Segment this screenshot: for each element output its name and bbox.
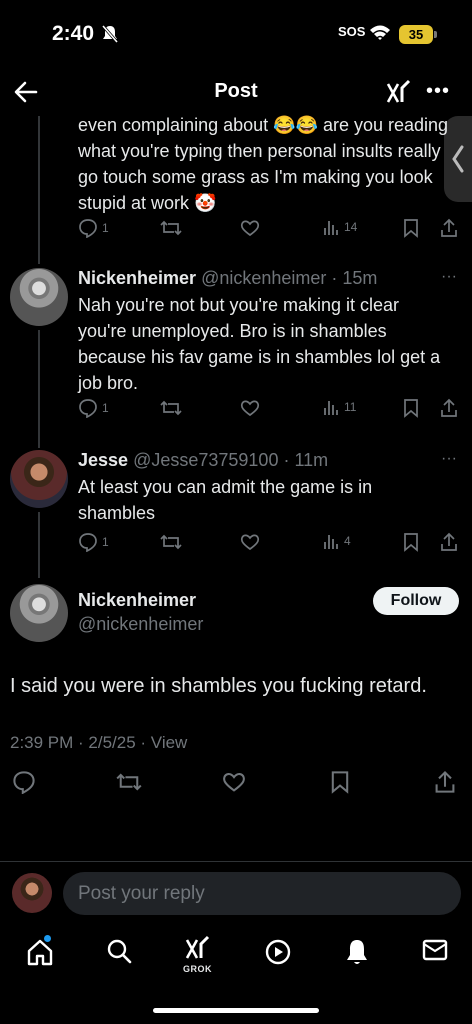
composer-avatar — [12, 873, 52, 913]
reply-button[interactable]: 1 — [78, 218, 109, 238]
views-button[interactable]: 4 — [322, 532, 351, 550]
like-icon[interactable] — [240, 532, 260, 552]
reply-header: Nickenheimer @nickenheimer · 15m — [78, 268, 377, 289]
wifi-icon — [370, 25, 390, 40]
status-time: 2:40 — [52, 22, 95, 45]
views-count: 11 — [344, 400, 357, 414]
views-count: 4 — [344, 534, 351, 548]
home-indicator — [153, 1008, 319, 1013]
search-icon[interactable] — [106, 938, 132, 964]
views-icon — [324, 535, 338, 549]
battery-indicator: 35 — [399, 25, 433, 44]
battery-tip — [434, 31, 437, 38]
post-timestamp[interactable]: 2:39 PM · 2/5/25 · View — [10, 733, 187, 753]
user-handle[interactable]: @nickenheimer — [201, 268, 326, 288]
display-name[interactable]: Jesse — [78, 450, 128, 470]
display-name[interactable]: Nickenheimer — [78, 590, 196, 610]
reply-text: At least you can admit the game is in sh… — [78, 477, 373, 523]
main-post-text: I said you were in shambles you fucking … — [10, 675, 427, 697]
reply-count: 1 — [102, 401, 109, 415]
views-button[interactable]: 11 — [322, 398, 356, 416]
repost-icon[interactable] — [116, 770, 142, 794]
share-icon[interactable] — [440, 218, 458, 238]
sos-indicator: SOS — [338, 24, 366, 39]
reply-header: Jesse @Jesse73759100 · 11m — [78, 450, 328, 471]
post-time: 11m — [294, 450, 329, 470]
main-post-actions — [0, 770, 472, 800]
reply-text: Nah you're not but you're making it clea… — [78, 295, 441, 393]
reply-count: 1 — [102, 535, 109, 549]
grok-icon[interactable] — [184, 934, 212, 962]
avatar[interactable] — [10, 268, 68, 326]
views-button[interactable]: 14 — [322, 218, 357, 236]
divider — [0, 861, 472, 862]
share-icon[interactable] — [440, 532, 458, 552]
reply-actions: 1 4 — [78, 532, 458, 556]
bell-icon[interactable] — [344, 938, 370, 966]
bookmark-icon[interactable] — [403, 532, 419, 552]
reply-icon — [79, 219, 97, 238]
reply-button[interactable]: 1 — [78, 398, 109, 418]
reply-input[interactable]: Post your reply — [63, 872, 461, 915]
repost-icon[interactable] — [160, 398, 182, 418]
bookmark-icon[interactable] — [403, 398, 419, 418]
reply-item[interactable]: even complaining about 😂😂 are you readin… — [0, 110, 472, 250]
reply-actions: 1 11 — [78, 398, 458, 422]
main-post-handle-row: @nickenheimer — [78, 614, 203, 635]
bell-muted-icon — [101, 25, 119, 43]
post-time: 15m — [342, 268, 378, 288]
reply-icon — [79, 533, 97, 552]
follow-button[interactable]: Follow — [373, 587, 459, 615]
display-name[interactable]: Nickenheimer — [78, 268, 196, 288]
share-icon[interactable] — [434, 770, 456, 794]
bookmark-icon[interactable] — [330, 770, 350, 794]
views-icon — [324, 221, 338, 235]
grok-label: GROK — [183, 964, 212, 974]
views-count: 14 — [344, 220, 358, 234]
repost-icon[interactable] — [160, 218, 182, 238]
bookmark-icon[interactable] — [403, 218, 419, 238]
reply-count: 1 — [102, 221, 109, 235]
avatar[interactable] — [10, 450, 68, 508]
reply-text: even complaining about 😂😂 are you readin… — [78, 115, 449, 213]
mail-icon[interactable] — [422, 938, 448, 962]
reply-icon — [79, 399, 97, 418]
bottom-nav: GROK — [0, 926, 472, 1024]
more-icon[interactable]: ··· — [441, 268, 457, 286]
share-icon[interactable] — [440, 398, 458, 418]
reply-actions: 1 14 — [78, 218, 458, 242]
views-icon — [324, 401, 338, 415]
repost-icon[interactable] — [160, 532, 182, 552]
user-handle[interactable]: @nickenheimer — [78, 614, 203, 634]
status-bar: 2:40 SOS 35 — [0, 0, 472, 70]
play-icon[interactable] — [264, 938, 292, 966]
reply-item[interactable]: Jesse @Jesse73759100 · 11m ··· At least … — [0, 444, 472, 564]
grok-icon[interactable] — [385, 78, 413, 106]
user-handle[interactable]: @Jesse73759100 — [133, 450, 278, 470]
more-icon[interactable]: ••• — [426, 80, 450, 103]
reply-item[interactable]: Nickenheimer @nickenheimer · 15m ··· Nah… — [0, 262, 472, 432]
like-icon[interactable] — [240, 218, 260, 238]
notification-dot — [44, 935, 51, 942]
reply-icon[interactable] — [12, 770, 36, 794]
home-icon[interactable] — [26, 938, 54, 966]
more-icon[interactable]: ··· — [441, 450, 457, 468]
like-icon[interactable] — [240, 398, 260, 418]
separator: · — [278, 450, 295, 470]
main-post-name: Nickenheimer — [78, 590, 196, 611]
like-icon[interactable] — [222, 770, 246, 794]
separator: · — [326, 268, 343, 288]
main-post-avatar[interactable] — [10, 584, 68, 642]
reply-button[interactable]: 1 — [78, 532, 109, 552]
